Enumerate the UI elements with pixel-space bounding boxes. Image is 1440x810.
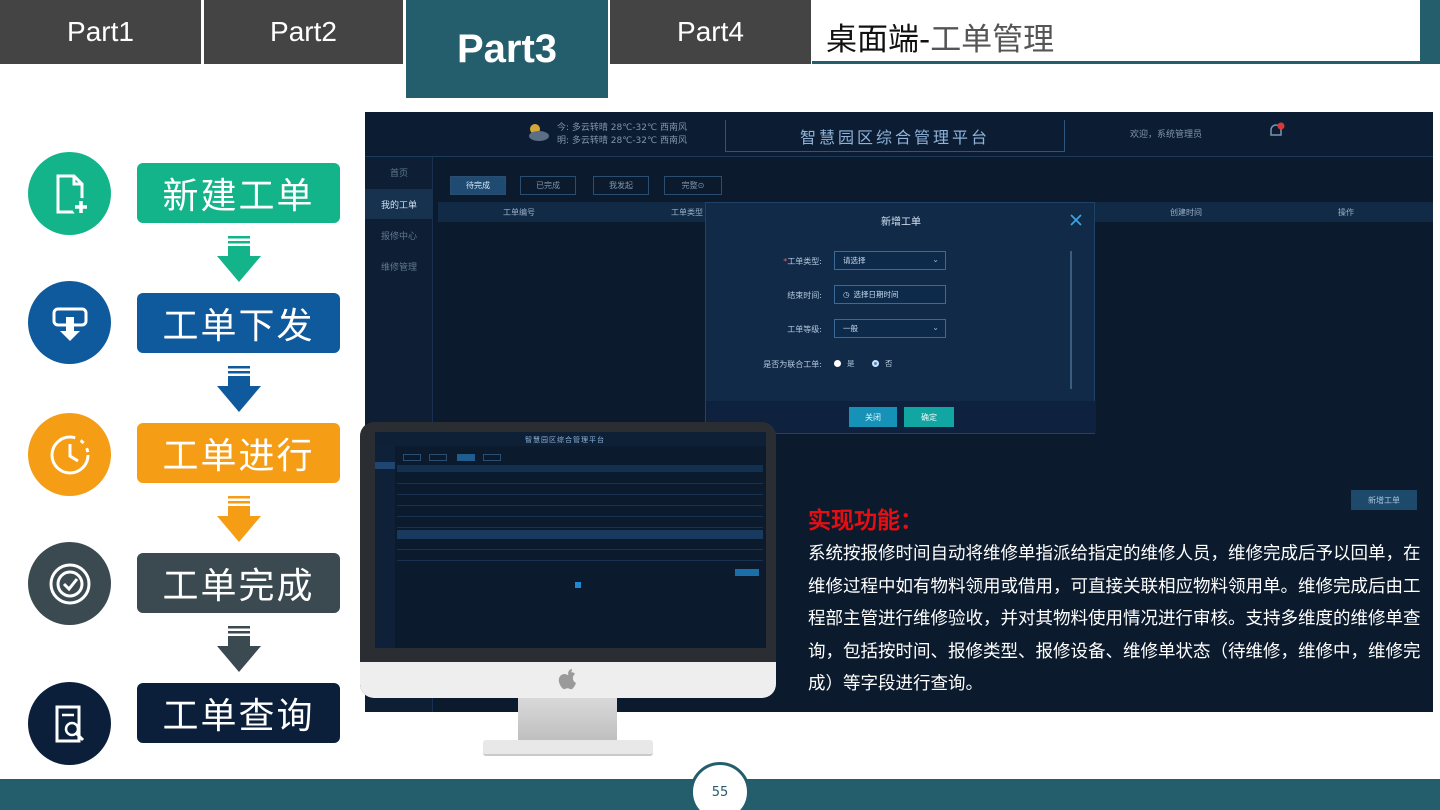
apple-logo-icon	[558, 669, 576, 690]
app-title: 智慧园区综合管理平台	[725, 120, 1065, 152]
mini-tab	[429, 454, 447, 461]
type-label: *工单类型:	[783, 257, 822, 266]
tab-part3[interactable]: Part3	[406, 0, 608, 98]
modal-scrollbar[interactable]	[1070, 251, 1072, 389]
monitor-base	[483, 740, 653, 756]
chevron-down-icon: ⌄	[932, 255, 939, 264]
step-query: 工单查询	[137, 683, 340, 743]
mini-new-button	[735, 569, 759, 576]
end-time-picker[interactable]: ◷ 选择日期时间	[834, 285, 946, 304]
page-title-box: 桌面端-工单管理	[812, 0, 1420, 64]
step-new-ticket: 新建工单	[137, 163, 340, 223]
sidebar-item-repair-center[interactable]: 报修中心	[365, 220, 433, 250]
tab-part1[interactable]: Part1	[0, 0, 201, 64]
feature-title: 实现功能：	[808, 508, 923, 534]
monitor-neck	[518, 698, 617, 740]
arrow-down-icon	[217, 366, 261, 412]
radio-yes[interactable]: 是	[834, 358, 855, 369]
search-doc-icon	[28, 682, 111, 765]
column-created-time: 创建时间	[1170, 208, 1202, 217]
end-time-label: 结束时间:	[787, 291, 822, 300]
title-accent-strip	[1420, 0, 1440, 64]
weather-cloud-icon	[529, 124, 549, 141]
sidebar-item-home[interactable]: 首页	[365, 157, 433, 187]
mini-row	[397, 483, 763, 484]
level-label: 工单等级:	[787, 325, 822, 334]
arrow-down-icon	[217, 626, 261, 672]
new-ticket-button[interactable]: 新增工单	[1351, 490, 1417, 510]
mini-tab	[483, 454, 501, 461]
tab-all[interactable]: 完整⊙	[664, 176, 722, 195]
column-ticket-no: 工单编号	[503, 208, 535, 217]
mini-sidebar-selected	[375, 462, 395, 469]
cancel-button[interactable]: 关闭	[849, 407, 897, 427]
mini-title: 智慧园区综合管理平台	[525, 436, 605, 444]
tab-done[interactable]: 已完成	[520, 176, 576, 195]
confirm-button[interactable]: 确定	[904, 407, 954, 427]
tab-initiated[interactable]: 我发起	[593, 176, 649, 195]
clock-small-icon: ◷	[843, 290, 850, 299]
type-select-value: 请选择	[843, 256, 866, 265]
arrow-down-icon	[217, 236, 261, 282]
monitor-screen: 智慧园区综合管理平台	[375, 432, 766, 648]
sidebar-item-maintenance[interactable]: 维修管理	[365, 251, 433, 281]
page-title-main: 桌面端-	[826, 22, 931, 58]
column-ticket-type: 工单类型	[671, 208, 703, 217]
chevron-down-icon: ⌄	[932, 323, 939, 332]
download-icon	[28, 281, 111, 364]
step-completed: 工单完成	[137, 553, 340, 613]
close-icon[interactable]	[1068, 212, 1084, 228]
joint-ticket-label: 是否为联合工单:	[763, 360, 822, 369]
file-add-icon	[28, 152, 111, 235]
mini-row	[397, 505, 763, 506]
sidebar-item-my-tickets[interactable]: 我的工单	[365, 189, 433, 219]
page-title-sub: 工单管理	[930, 22, 1055, 58]
welcome-text: 欢迎，系统管理员	[1130, 130, 1203, 140]
tab-pending[interactable]: 待完成	[450, 176, 506, 195]
arrow-down-icon	[217, 496, 261, 542]
radio-no[interactable]: 否	[872, 358, 893, 369]
clock-icon	[28, 413, 111, 496]
step-in-progress: 工单进行	[137, 423, 340, 483]
mini-table-header	[397, 465, 763, 472]
page-number: 55	[690, 762, 750, 810]
mini-sidebar	[375, 446, 395, 648]
end-time-placeholder: 选择日期时间	[853, 290, 899, 299]
check-circle-icon	[28, 542, 111, 625]
level-select-value: 一般	[843, 324, 858, 333]
weather-today: 今: 多云转晴 28℃-32℃ 西南风	[557, 123, 687, 133]
mini-row	[397, 527, 763, 528]
page-title: 桌面端-工单管理	[826, 14, 1054, 59]
level-select[interactable]: 一般 ⌄	[834, 319, 946, 338]
bell-icon[interactable]	[1267, 122, 1285, 140]
mini-pagination	[575, 582, 581, 588]
weather-tomorrow: 明: 多云转晴 28℃-32℃ 西南风	[557, 136, 687, 146]
mini-row-selected	[397, 530, 763, 539]
app-header: 今: 多云转晴 28℃-32℃ 西南风 明: 多云转晴 28℃-32℃ 西南风 …	[365, 112, 1433, 157]
mini-row	[397, 560, 763, 561]
step-dispatch: 工单下发	[137, 293, 340, 353]
column-actions: 操作	[1338, 208, 1354, 217]
type-select[interactable]: 请选择 ⌄	[834, 251, 946, 270]
mini-tab-selected	[457, 454, 475, 461]
tab-part2[interactable]: Part2	[204, 0, 403, 64]
modal-title: 新增工单	[881, 217, 921, 228]
monitor-mockup: 智慧园区综合管理平台	[360, 422, 776, 698]
monitor-chin	[360, 662, 776, 698]
weather-info: 今: 多云转晴 28℃-32℃ 西南风 明: 多云转晴 28℃-32℃ 西南风	[557, 122, 687, 148]
new-ticket-modal: 新增工单 *工单类型: 请选择 ⌄ 结束时间: ◷ 选择日期时间 工单等级: 一般 ⌄…	[705, 202, 1096, 434]
mini-row	[397, 516, 763, 517]
tab-part4[interactable]: Part4	[610, 0, 811, 64]
mini-tab	[403, 454, 421, 461]
slide: Part1 Part2 Part3 Part4 桌面端-工单管理 新建工单 工单…	[0, 0, 1440, 810]
feature-description: 系统按报修时间自动将维修单指派给指定的维修人员，维修完成后予以回单，在维修过程中…	[808, 544, 1421, 694]
mini-row	[397, 549, 763, 550]
mini-row	[397, 494, 763, 495]
